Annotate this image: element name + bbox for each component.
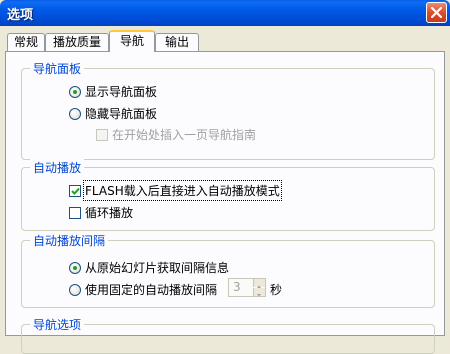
option-hide-panel[interactable]: 隐藏导航面板 xyxy=(69,105,157,122)
spinner-value[interactable]: 3 xyxy=(233,280,241,294)
tab-panel: 导航面板 显示导航面板 隐藏导航面板 在开始处插入一页导航指南 自动播放 FLA… xyxy=(5,51,445,354)
option-loop[interactable]: 循环播放 xyxy=(69,204,133,221)
radio-button[interactable] xyxy=(69,85,81,98)
option-interval-fixed[interactable]: 使用固定的自动播放间隔 xyxy=(69,281,217,298)
arrow-down-icon xyxy=(257,294,261,297)
radio-button[interactable] xyxy=(69,107,81,120)
radio-button[interactable] xyxy=(69,261,81,274)
tab-general[interactable]: 常规 xyxy=(7,33,45,51)
group-label: 导航选项 xyxy=(30,316,85,333)
option-insert-guide[interactable]: 在开始处插入一页导航指南 xyxy=(96,126,256,143)
checkbox[interactable] xyxy=(96,128,108,141)
group-label: 自动播放 xyxy=(30,159,85,176)
option-label: 在开始处插入一页导航指南 xyxy=(112,128,257,142)
option-flash-autoplay[interactable]: FLASH载入后直接进入自动播放模式 xyxy=(69,180,282,201)
title-bar[interactable]: 选项 xyxy=(0,0,450,26)
spinner-buttons xyxy=(253,279,265,297)
option-label: 显示导航面板 xyxy=(85,85,158,99)
group-autoplay: 自动播放 xyxy=(21,159,435,231)
radio-button[interactable] xyxy=(69,283,81,296)
seconds-label: 秒 xyxy=(270,283,283,297)
checkmark-icon xyxy=(71,187,80,195)
tab-navigation[interactable]: 导航 xyxy=(109,30,155,52)
tab-output[interactable]: 输出 xyxy=(155,33,199,51)
spin-up-button[interactable] xyxy=(253,279,265,288)
option-show-panel[interactable]: 显示导航面板 xyxy=(69,83,157,100)
interval-spinner[interactable]: 3 xyxy=(228,278,266,297)
checkbox[interactable] xyxy=(69,206,81,219)
group-label: 自动播放间隔 xyxy=(30,232,109,249)
option-label: 使用固定的自动播放间隔 xyxy=(85,283,218,297)
option-label: 隐藏导航面板 xyxy=(85,107,158,121)
group-label: 导航面板 xyxy=(30,60,85,77)
option-label: 循环播放 xyxy=(85,206,134,220)
close-button[interactable] xyxy=(426,2,447,23)
spin-down-button[interactable] xyxy=(253,288,265,297)
option-interval-from-source[interactable]: 从原始幻灯片获取间隔信息 xyxy=(69,259,229,276)
option-label: 从原始幻灯片获取间隔信息 xyxy=(85,261,230,275)
tab-playback-quality[interactable]: 播放质量 xyxy=(45,33,109,51)
close-icon xyxy=(431,7,442,18)
checkbox[interactable] xyxy=(69,184,81,197)
window-title: 选项 xyxy=(7,8,34,23)
option-label: FLASH载入后直接进入自动播放模式 xyxy=(83,180,282,201)
group-nav-options: 导航选项 xyxy=(21,316,435,354)
